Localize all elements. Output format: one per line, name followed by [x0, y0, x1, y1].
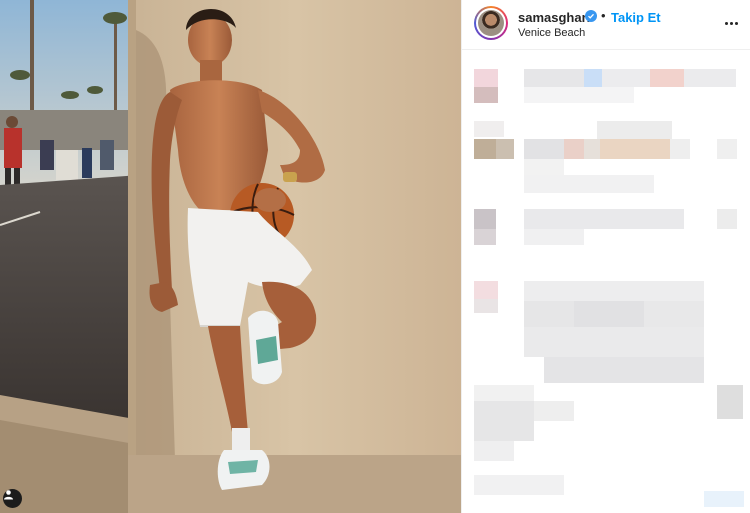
pixelated-comments	[462, 55, 750, 513]
location-link[interactable]: Venice Beach	[518, 27, 585, 39]
separator-dot: •	[601, 8, 606, 23]
username-link[interactable]: samasghari	[518, 10, 590, 25]
more-options-icon[interactable]	[721, 14, 741, 32]
post-photo[interactable]	[0, 0, 461, 513]
user-tag-icon[interactable]	[3, 489, 22, 508]
verified-badge-icon	[585, 10, 597, 22]
beach-photo-illustration	[0, 0, 461, 513]
post-header: samasghari • Takip Et Venice Beach	[462, 0, 750, 50]
avatar[interactable]	[474, 6, 508, 40]
follow-button[interactable]: Takip Et	[611, 10, 661, 25]
post-side-panel: samasghari • Takip Et Venice Beach	[461, 0, 750, 513]
